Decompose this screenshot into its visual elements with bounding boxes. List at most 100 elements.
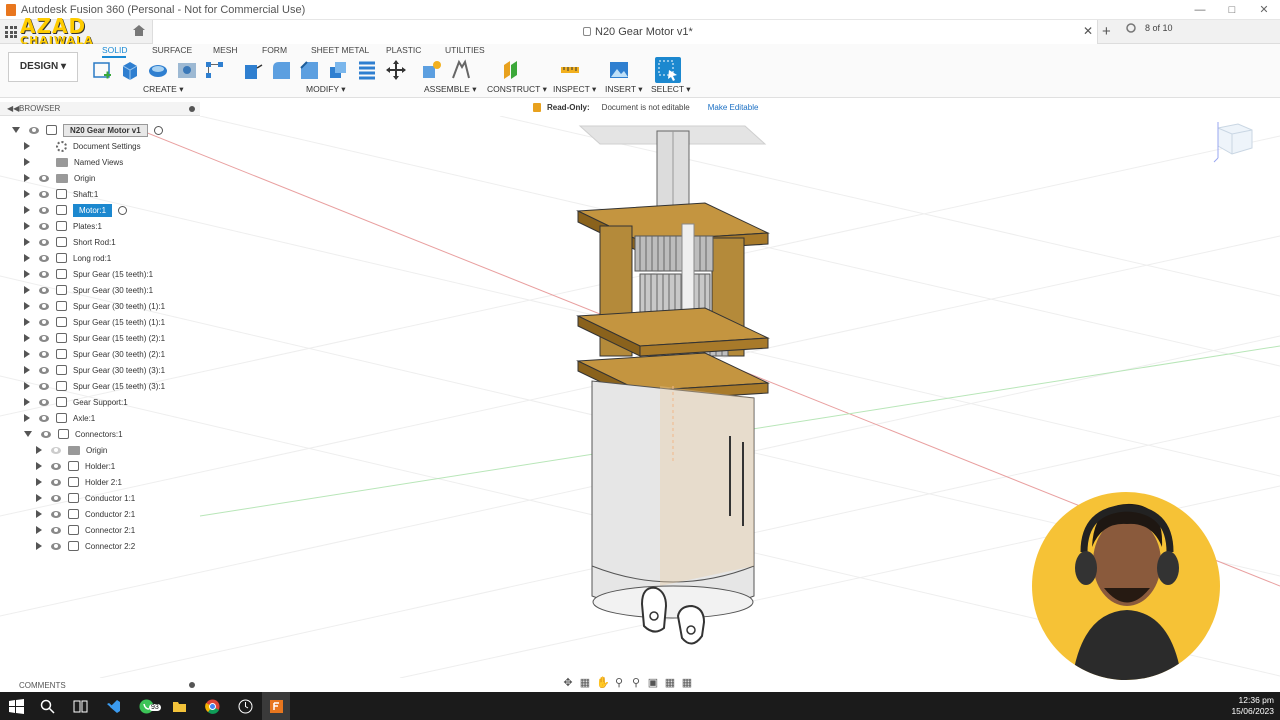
- tree-item[interactable]: Connectors:1: [24, 426, 123, 442]
- create-sketch-icon[interactable]: [92, 59, 114, 81]
- visibility-eye-icon[interactable]: [39, 254, 49, 262]
- fusion-360-taskbar-icon[interactable]: [269, 699, 284, 714]
- expand-icon[interactable]: [24, 318, 30, 326]
- visibility-eye-icon[interactable]: [39, 206, 49, 214]
- tree-item[interactable]: Spur Gear (15 teeth) (2):1: [24, 330, 165, 346]
- visibility-eye-icon[interactable]: [39, 398, 49, 406]
- fillet-icon[interactable]: [270, 59, 292, 81]
- tab-plastic[interactable]: PLASTIC: [386, 45, 421, 55]
- tree-item[interactable]: Long rod:1: [24, 250, 111, 266]
- visibility-eye-icon[interactable]: [39, 190, 49, 198]
- viewports-icon[interactable]: ▦: [681, 677, 693, 689]
- tree-item[interactable]: Shaft:1: [24, 186, 98, 202]
- orbit-icon[interactable]: ✥: [562, 677, 574, 689]
- expand-icon[interactable]: [36, 446, 42, 454]
- visibility-eye-icon[interactable]: [51, 446, 61, 454]
- expand-icon[interactable]: [24, 334, 30, 342]
- visibility-eye-icon[interactable]: [39, 238, 49, 246]
- tab-sheet-metal[interactable]: SHEET METAL: [311, 45, 369, 55]
- group-select[interactable]: SELECT ▾: [651, 84, 691, 95]
- tree-item[interactable]: Plates:1: [24, 218, 102, 234]
- activate-radio-icon[interactable]: [118, 205, 128, 215]
- measure-icon[interactable]: [559, 59, 581, 81]
- system-clock[interactable]: 12:36 pm 15/06/2023: [1231, 695, 1274, 717]
- visibility-eye-icon[interactable]: [29, 126, 39, 134]
- expand-icon[interactable]: [24, 270, 30, 278]
- tree-item[interactable]: Motor:1: [24, 202, 128, 218]
- vscode-icon[interactable]: [106, 699, 121, 714]
- press-pull-icon[interactable]: [241, 59, 263, 81]
- expand-icon[interactable]: [24, 398, 30, 406]
- tree-item[interactable]: Conductor 1:1: [36, 490, 135, 506]
- revolve-icon[interactable]: [147, 59, 169, 81]
- comments-panel[interactable]: COMMENTS: [0, 678, 200, 692]
- tree-item[interactable]: Conductor 2:1: [36, 506, 135, 522]
- windows-start-icon[interactable]: [9, 699, 24, 714]
- visibility-eye-icon[interactable]: [39, 302, 49, 310]
- visibility-eye-icon[interactable]: [41, 430, 51, 438]
- look-at-icon[interactable]: ▦: [579, 677, 591, 689]
- pan-icon[interactable]: ✋: [596, 677, 610, 689]
- hole-icon[interactable]: [176, 59, 198, 81]
- group-create[interactable]: CREATE ▾: [143, 84, 184, 95]
- tab-solid[interactable]: SOLID: [102, 45, 128, 55]
- clock-app-icon[interactable]: [238, 699, 253, 714]
- search-icon[interactable]: [40, 699, 55, 714]
- tree-item[interactable]: Spur Gear (30 teeth):1: [24, 282, 153, 298]
- visibility-eye-icon[interactable]: [39, 222, 49, 230]
- tree-item[interactable]: Named Views: [24, 154, 123, 170]
- visibility-eye-icon[interactable]: [39, 270, 49, 278]
- activate-radio-icon[interactable]: [153, 125, 163, 135]
- expand-icon[interactable]: [36, 526, 42, 534]
- close-tab-icon[interactable]: ✕: [1083, 24, 1093, 38]
- visibility-eye-icon[interactable]: [39, 174, 49, 182]
- display-settings-icon[interactable]: ▣: [647, 677, 659, 689]
- visibility-eye-icon[interactable]: [51, 478, 61, 486]
- collapse-icon[interactable]: [24, 431, 32, 437]
- tree-item[interactable]: Spur Gear (30 teeth) (2):1: [24, 346, 165, 362]
- expand-icon[interactable]: [24, 350, 30, 358]
- close-icon[interactable]: ✕: [1248, 0, 1280, 20]
- tree-item[interactable]: Spur Gear (15 teeth) (1):1: [24, 314, 165, 330]
- group-modify[interactable]: MODIFY ▾: [306, 84, 346, 95]
- tab-utilities[interactable]: UTILITIES: [445, 45, 485, 55]
- joint-icon[interactable]: [450, 59, 472, 81]
- expand-icon[interactable]: [24, 174, 30, 182]
- chamfer-icon[interactable]: [298, 59, 320, 81]
- viewcube[interactable]: [1212, 118, 1258, 166]
- expand-icon[interactable]: [24, 190, 30, 198]
- expand-icon[interactable]: [24, 158, 30, 166]
- browser-panel-header[interactable]: ◀◀ BROWSER: [0, 102, 200, 116]
- tree-item[interactable]: Axle:1: [24, 410, 95, 426]
- tree-item[interactable]: Spur Gear (15 teeth):1: [24, 266, 153, 282]
- zoom-icon[interactable]: ⚲: [613, 677, 625, 689]
- expand-icon[interactable]: [36, 462, 42, 470]
- visibility-eye-icon[interactable]: [51, 494, 61, 502]
- shell-icon[interactable]: [327, 59, 349, 81]
- tree-item[interactable]: Spur Gear (30 teeth) (3):1: [24, 362, 165, 378]
- tree-item[interactable]: Holder 2:1: [36, 474, 122, 490]
- expand-icon[interactable]: [36, 510, 42, 518]
- data-panel-grid-icon[interactable]: [5, 26, 17, 38]
- expand-icon[interactable]: [24, 286, 30, 294]
- expand-icon[interactable]: [36, 542, 42, 550]
- expand-icon[interactable]: [24, 254, 30, 262]
- insert-image-icon[interactable]: [608, 59, 630, 81]
- pattern-icon[interactable]: [204, 59, 226, 81]
- expand-icon[interactable]: [36, 478, 42, 486]
- tree-item[interactable]: Connector 2:2: [36, 538, 135, 554]
- tree-item[interactable]: Short Rod:1: [24, 234, 116, 250]
- tree-item[interactable]: Connector 2:1: [36, 522, 135, 538]
- new-component-icon[interactable]: [420, 59, 442, 81]
- group-assemble[interactable]: ASSEMBLE ▾: [424, 84, 476, 95]
- expand-icon[interactable]: [24, 142, 30, 150]
- file-explorer-icon[interactable]: [172, 699, 187, 714]
- expand-icon[interactable]: [24, 366, 30, 374]
- expand-icon[interactable]: [24, 238, 30, 246]
- expand-root-icon[interactable]: [12, 127, 20, 133]
- maximize-icon[interactable]: □: [1216, 0, 1248, 20]
- visibility-eye-icon[interactable]: [39, 382, 49, 390]
- task-view-icon[interactable]: [73, 699, 88, 714]
- tree-item[interactable]: Spur Gear (15 teeth) (3):1: [24, 378, 165, 394]
- group-insert[interactable]: INSERT ▾: [605, 84, 643, 95]
